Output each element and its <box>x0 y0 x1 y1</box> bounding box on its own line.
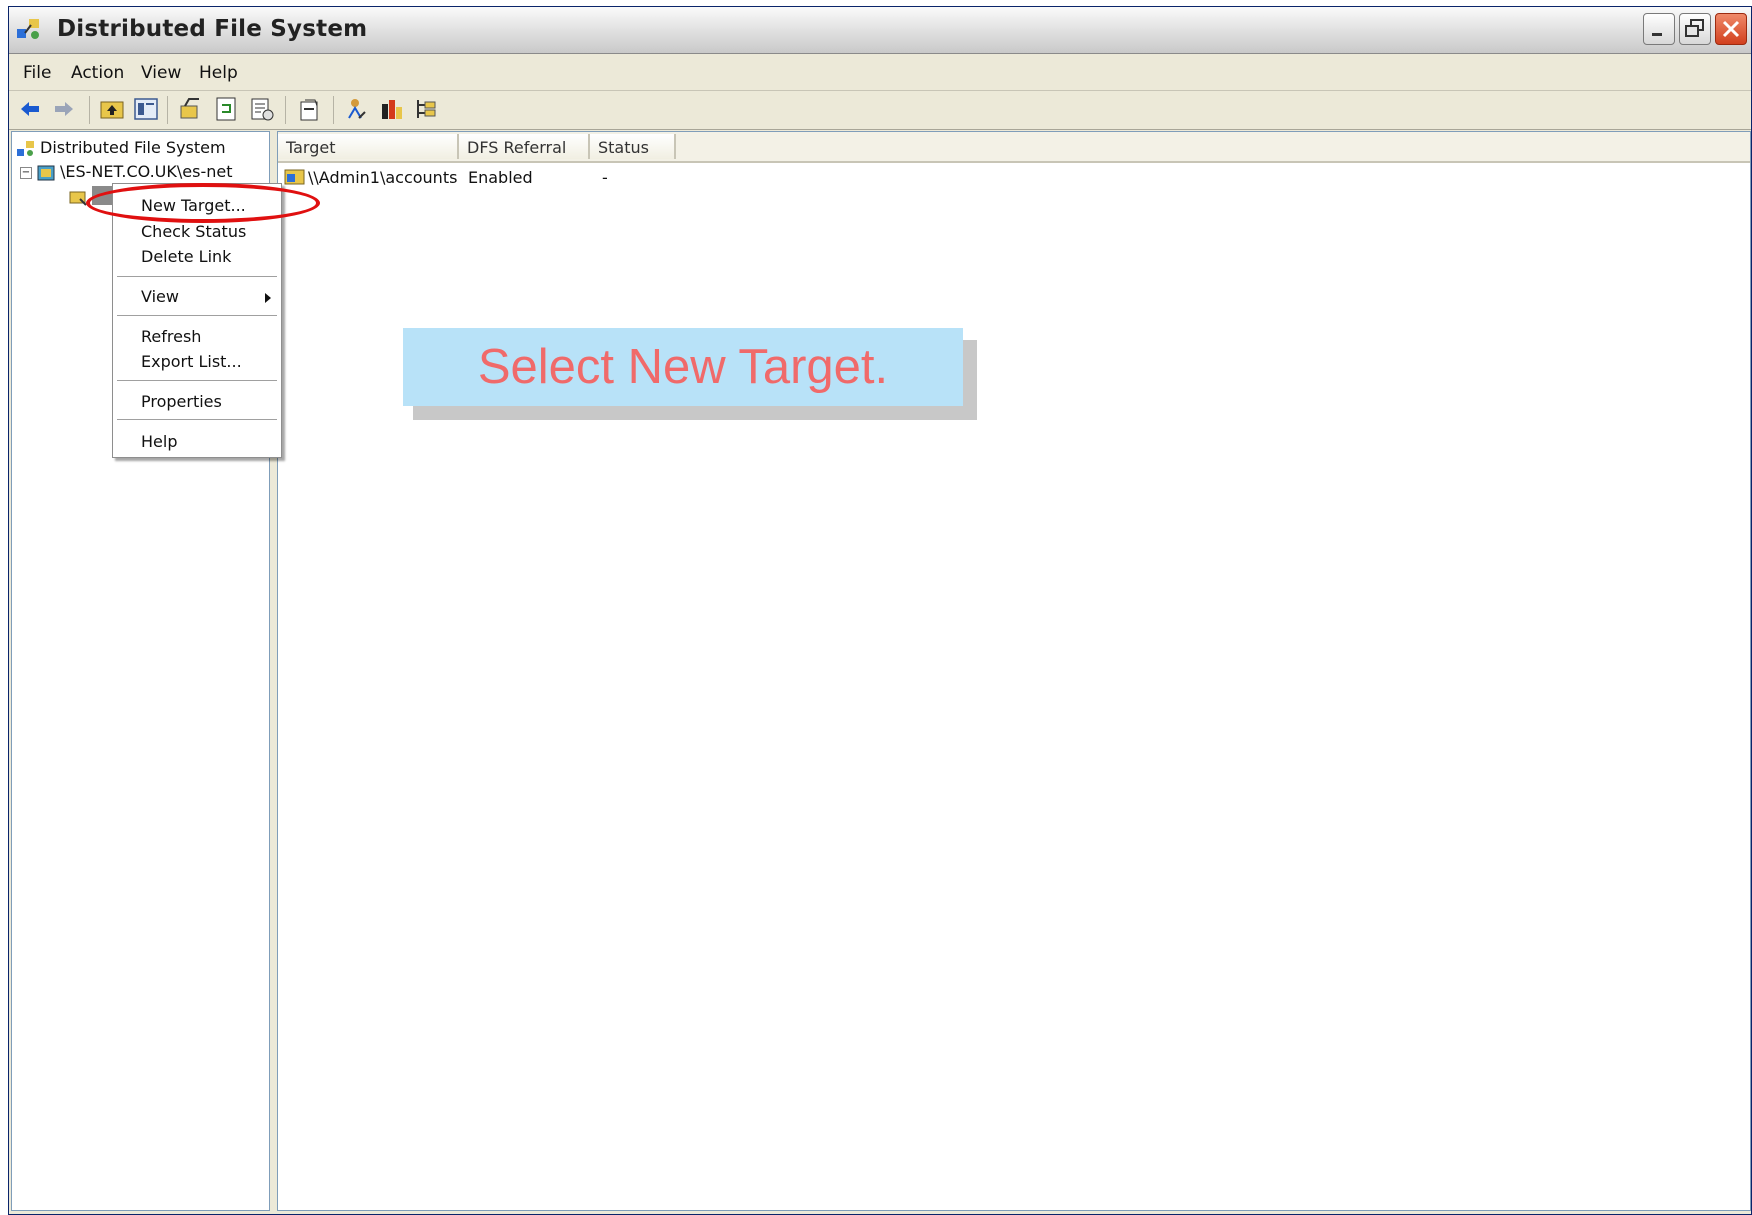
back-arrow-icon[interactable] <box>17 96 43 122</box>
tree-root-label: Distributed File System <box>40 138 226 157</box>
ctx-delete-link[interactable]: Delete Link <box>141 247 231 266</box>
tree-item-domain[interactable]: − \ES-NET.CO.UK\es-net <box>20 162 232 183</box>
new-root-icon[interactable] <box>177 96 203 122</box>
ctx-separator <box>117 315 277 316</box>
ctx-export-list[interactable]: Export List... <box>141 352 242 371</box>
ctx-view[interactable]: View <box>141 287 179 306</box>
tree-options-icon[interactable] <box>413 96 439 122</box>
new-link-icon[interactable] <box>213 96 239 122</box>
domain-root-icon <box>37 165 55 180</box>
cell-target: \\Admin1\accounts <box>308 168 458 187</box>
shared-folder-icon <box>284 169 305 185</box>
tree-item-root[interactable]: Distributed File System <box>16 138 226 159</box>
ctx-refresh[interactable]: Refresh <box>141 327 201 346</box>
window-title: Distributed File System <box>57 16 368 42</box>
ctx-check-status[interactable]: Check Status <box>141 222 246 241</box>
menu-bar: File Action View Help <box>9 54 1751 91</box>
ctx-separator <box>117 276 277 277</box>
properties-icon[interactable] <box>297 96 323 122</box>
restore-icon <box>1685 19 1704 37</box>
chart-icon[interactable] <box>379 96 405 122</box>
column-header-dfs-referral[interactable]: DFS Referral <box>459 134 590 159</box>
collapse-toggle-icon[interactable]: − <box>20 166 32 179</box>
cell-status: - <box>602 168 608 187</box>
users-icon[interactable] <box>345 96 371 122</box>
minimize-icon <box>1652 33 1662 36</box>
menu-action[interactable]: Action <box>71 63 124 83</box>
tree-domain-label: \ES-NET.CO.UK\es-net <box>60 162 233 181</box>
highlight-ring <box>86 183 320 223</box>
ctx-properties[interactable]: Properties <box>141 392 222 411</box>
ctx-separator <box>117 380 277 381</box>
close-button[interactable] <box>1715 13 1747 45</box>
results-pane[interactable]: Target DFS Referral Status \\Admin1\acco… <box>277 131 1751 1211</box>
column-header-target[interactable]: Target <box>278 134 459 159</box>
minimize-button[interactable] <box>1643 13 1675 45</box>
callout-text: Select New Target. <box>477 340 889 394</box>
cell-dfs-referral: Enabled <box>468 168 533 187</box>
ctx-separator <box>117 419 277 420</box>
instruction-callout: Select New Target. <box>403 328 963 406</box>
submenu-arrow-icon <box>265 293 271 303</box>
menu-help[interactable]: Help <box>199 63 238 83</box>
column-header-status[interactable]: Status <box>590 134 676 159</box>
restore-button[interactable] <box>1679 13 1711 45</box>
toolbar <box>9 91 1751 130</box>
dfs-app-icon <box>17 19 39 39</box>
export-icon[interactable] <box>249 96 275 122</box>
dfs-root-icon <box>17 140 34 156</box>
menu-file[interactable]: File <box>23 63 51 83</box>
forward-arrow-icon[interactable] <box>51 96 77 122</box>
show-hide-tree-icon[interactable] <box>133 96 159 122</box>
context-menu: New Target... Check Status Delete Link V… <box>112 183 282 458</box>
menu-view[interactable]: View <box>141 63 181 83</box>
up-folder-icon[interactable] <box>99 96 125 122</box>
close-icon <box>1722 20 1740 38</box>
link-folder-icon <box>69 191 87 206</box>
ctx-help[interactable]: Help <box>141 432 177 451</box>
title-bar: Distributed File System <box>9 7 1751 54</box>
